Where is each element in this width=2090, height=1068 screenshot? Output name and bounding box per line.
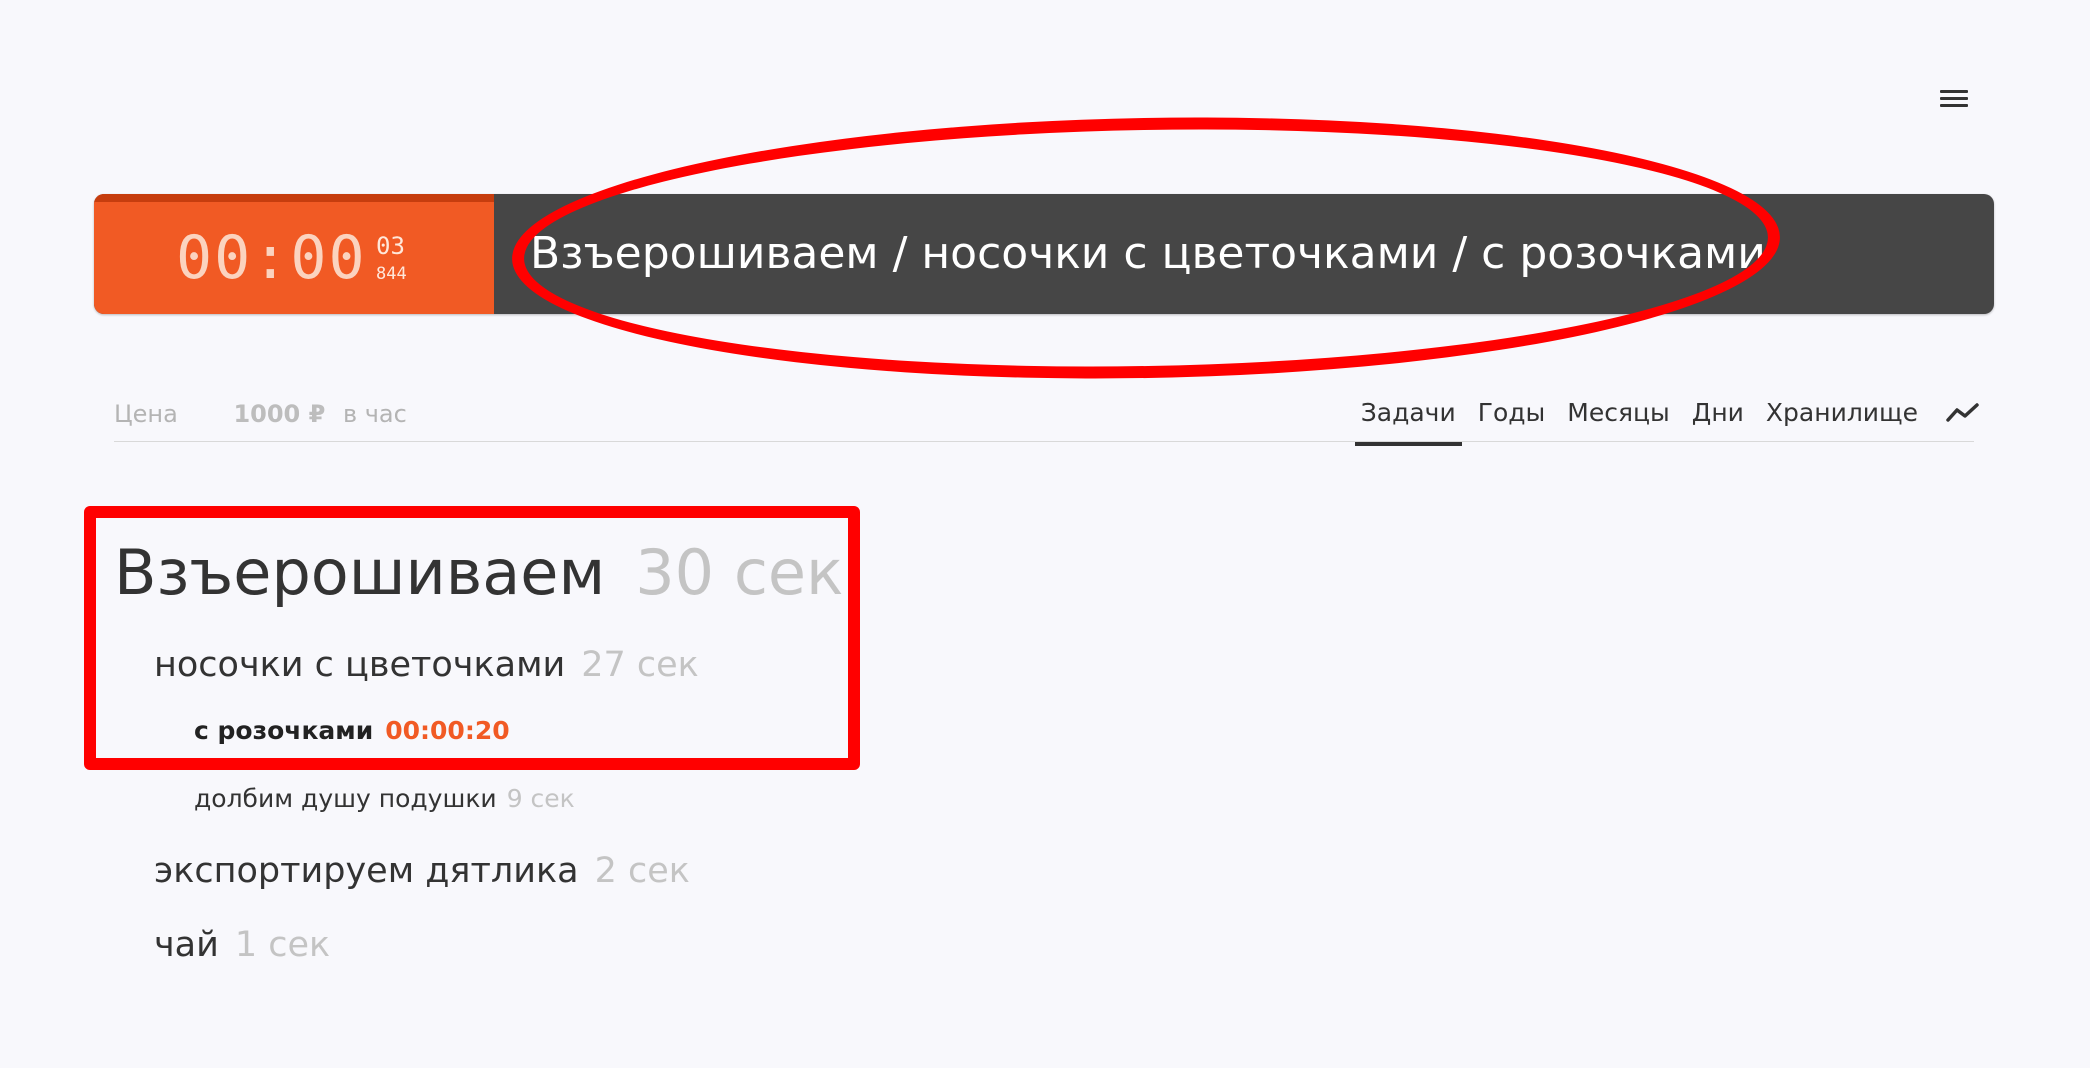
task-item-subchild[interactable]: долбим душу подушки 9 сек [194,784,575,814]
price-value[interactable]: 1000 ₽ [233,400,325,428]
task-time: 2 сек [594,851,690,891]
task-item-root[interactable]: Взъерошиваем 30 сек [114,536,844,610]
timer-seconds: 03 [376,232,405,260]
task-name: Взъерошиваем [114,536,606,609]
price-label: Цена [114,400,178,428]
task-time: 1 сек [234,925,331,965]
task-name: с розочками [194,716,374,745]
timer-main-display: 00:00 [176,223,367,293]
tab-tasks[interactable]: Задачи [1354,382,1462,446]
task-path-input[interactable]: Взъерошиваем / носочки с цветочками / с … [494,194,1994,314]
hamburger-menu-icon-line [1940,97,1968,100]
view-tabs: Задачи Годы Месяцы Дни Хранилище [1345,384,1980,446]
hamburger-menu-icon-line [1940,104,1968,107]
tab-storage[interactable]: Хранилище [1760,382,1924,446]
task-name: носочки с цветочками [154,645,566,685]
menu-button[interactable] [1940,86,1970,110]
task-name: экспортируем дятлика [154,851,579,891]
task-time: 27 сек [581,645,699,685]
timer-toggle-button[interactable]: 00:00 03 844 [94,194,494,314]
task-name: чай [154,925,219,965]
task-item-child[interactable]: экспортируем дятлика 2 сек [154,850,690,892]
task-time: 30 сек [635,536,844,609]
task-item-child[interactable]: носочки с цветочками 27 сек [154,644,699,686]
divider [114,441,1974,442]
task-time-running: 00:00:20 [385,716,510,745]
tab-years[interactable]: Годы [1472,382,1552,446]
tab-months[interactable]: Месяцы [1561,382,1676,446]
trend-chart-icon[interactable] [1946,402,1980,424]
task-name: долбим душу подушки [194,784,497,813]
task-time: 9 сек [506,784,575,813]
task-item-active[interactable]: с розочками 00:00:20 [194,716,510,746]
price-unit: в час [342,400,407,428]
timer-bar: 00:00 03 844 Взъерошиваем / носочки с цв… [94,194,1994,314]
timer-milliseconds: 844 [376,264,407,284]
tab-days[interactable]: Дни [1686,382,1750,446]
hamburger-menu-icon [1940,90,1968,93]
price-row: Цена 1000 ₽ в час [114,400,407,428]
task-item-child[interactable]: чай 1 сек [154,924,330,966]
